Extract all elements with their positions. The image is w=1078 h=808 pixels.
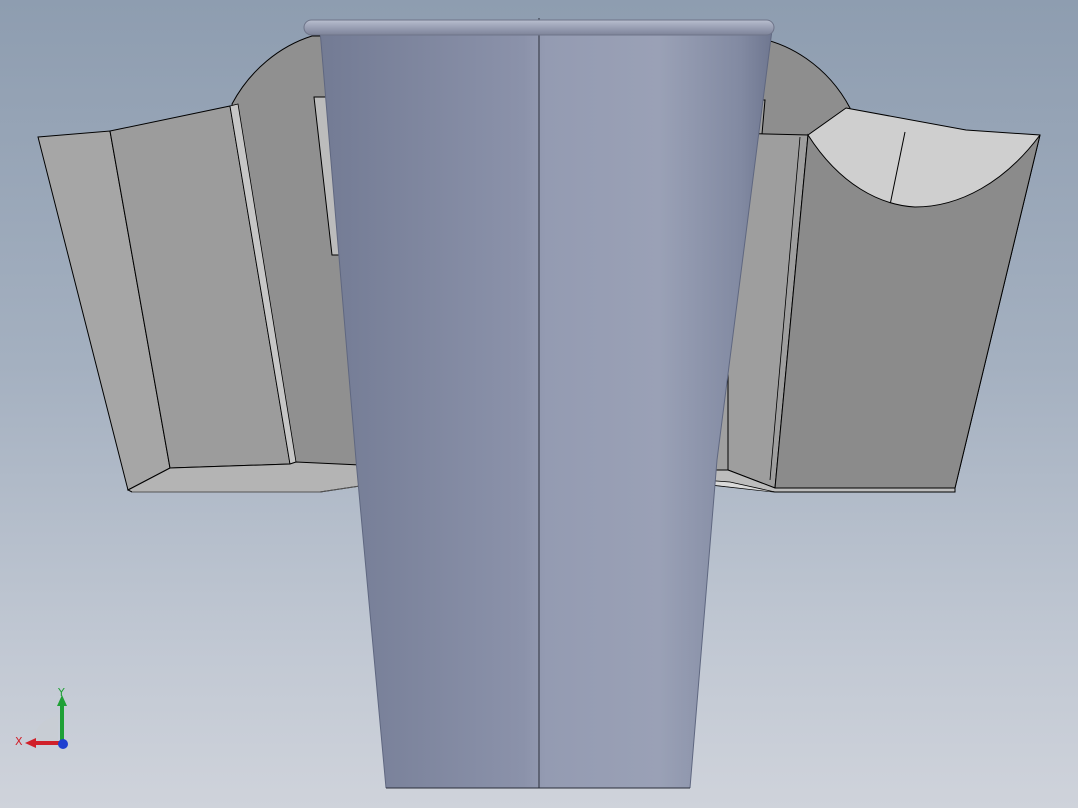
x-axis-label: X — [15, 735, 23, 748]
z-axis-dot — [58, 739, 68, 749]
cup-body — [320, 30, 772, 788]
left-holder-bracket — [37, 35, 361, 493]
axis-triad: X Y — [15, 686, 68, 749]
cup-holder-model — [37, 18, 1041, 789]
y-axis-label: Y — [57, 686, 65, 699]
cad-viewport[interactable]: X Y — [0, 0, 1078, 808]
paper-cup — [303, 18, 775, 789]
cup-rim — [303, 19, 775, 36]
